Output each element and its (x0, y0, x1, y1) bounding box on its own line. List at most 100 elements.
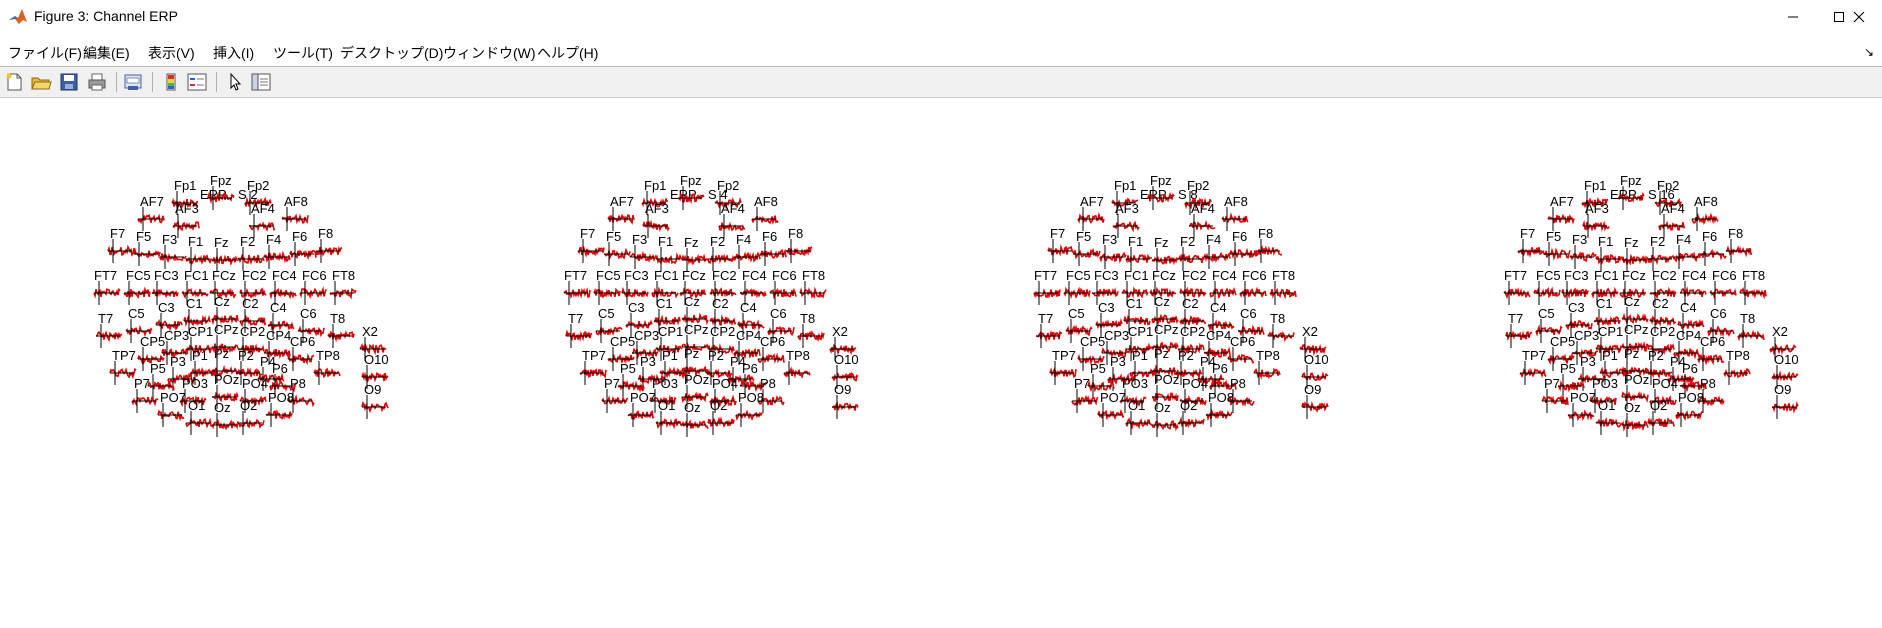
electrode-plot[interactable]: PO8 (735, 391, 764, 427)
electrode-plot[interactable]: F1 (1595, 235, 1623, 271)
electrode-plot[interactable]: AF7 (607, 195, 635, 231)
print-icon[interactable] (86, 71, 108, 93)
electrode-plot[interactable]: F1 (655, 235, 683, 271)
menu-window[interactable]: ウィンドウ(W) (443, 43, 536, 63)
electrode-plot[interactable]: FC5 (1533, 269, 1561, 305)
electrode-plot[interactable]: FT7 (93, 269, 121, 305)
electrode-plot[interactable]: Oz (1621, 401, 1649, 437)
electrode-plot[interactable]: AF7 (1077, 195, 1105, 231)
electrode-plot[interactable]: O2 (707, 399, 735, 435)
dock-arrow-icon[interactable]: ↘ (1864, 45, 1874, 59)
electrode-plot[interactable]: F4 (1203, 233, 1231, 269)
electrode-plot[interactable]: PO7 (1567, 391, 1596, 427)
electrode-plot[interactable]: P7 (1071, 377, 1099, 413)
electrode-plot[interactable]: AF7 (137, 195, 165, 231)
electrode-plot[interactable]: FC6 (1239, 269, 1267, 305)
electrode-plot[interactable]: AF8 (751, 195, 779, 231)
electrode-plot[interactable]: FT7 (1503, 269, 1531, 305)
electrode-plot[interactable]: F3 (629, 233, 657, 269)
electrode-plot[interactable]: PO7 (627, 391, 656, 427)
electrode-plot[interactable]: FT8 (1739, 269, 1767, 305)
electrode-plot[interactable]: TP8 (783, 349, 811, 385)
electrode-plot[interactable]: O2 (1177, 399, 1205, 435)
electrode-plot[interactable]: F8 (1255, 227, 1283, 263)
electrode-plot[interactable]: F7 (107, 227, 135, 263)
menu-view[interactable]: 表示(V) (148, 43, 195, 63)
electrode-plot[interactable]: T7 (1035, 312, 1063, 348)
electrode-plot[interactable]: F4 (733, 233, 761, 269)
electrode-plot[interactable]: F2 (1647, 235, 1675, 271)
electrode-plot[interactable]: O9 (832, 383, 859, 419)
electrode-plot[interactable]: PO7 (157, 391, 186, 427)
electrode-plot[interactable]: F1 (185, 235, 213, 271)
electrode-plot[interactable]: F5 (603, 230, 631, 266)
electrode-plot[interactable]: T7 (565, 312, 593, 348)
electrode-plot[interactable]: Fz (681, 236, 709, 272)
electrode-plot[interactable]: AF8 (1221, 195, 1249, 231)
electrode-plot[interactable]: Oz (1151, 401, 1179, 437)
legend-icon[interactable] (186, 71, 208, 93)
menu-tools[interactable]: ツール(T) (273, 43, 333, 63)
electrode-plot[interactable]: O9 (1771, 383, 1799, 419)
electrode-plot[interactable]: F7 (577, 227, 605, 263)
electrode-plot[interactable]: O1 (655, 399, 683, 435)
electrode-plot[interactable]: F5 (1543, 230, 1571, 266)
property-editor-icon[interactable] (250, 71, 272, 93)
electrode-plot[interactable]: Fpz (1147, 174, 1175, 210)
electrode-plot[interactable]: F5 (1073, 230, 1101, 266)
electrode-plot[interactable]: O2 (237, 399, 265, 435)
electrode-plot[interactable]: O2 (1647, 399, 1675, 435)
electrode-plot[interactable]: Fpz (207, 174, 235, 210)
electrode-plot[interactable]: FC6 (299, 269, 327, 305)
electrode-plot[interactable]: FT8 (329, 269, 357, 305)
electrode-plot[interactable]: TP8 (1723, 349, 1751, 385)
electrode-plot[interactable]: F5 (133, 230, 161, 266)
close-button[interactable] (1836, 0, 1882, 34)
electrode-plot[interactable]: F1 (1125, 235, 1153, 271)
electrode-plot[interactable]: FC6 (1709, 269, 1737, 305)
menu-desktop[interactable]: デスクトップ(D) (340, 43, 443, 63)
pointer-icon[interactable] (224, 71, 246, 93)
electrode-plot[interactable]: P7 (1541, 377, 1569, 413)
electrode-plot[interactable]: AF8 (1691, 195, 1719, 231)
electrode-plot[interactable]: F2 (707, 235, 735, 271)
electrode-plot[interactable]: AF7 (1547, 195, 1575, 231)
electrode-plot[interactable]: PO8 (1205, 391, 1234, 427)
electrode-plot[interactable]: F8 (785, 227, 813, 263)
electrode-plot[interactable]: FT7 (1033, 269, 1061, 305)
electrode-plot[interactable]: FT7 (563, 269, 591, 305)
menu-help[interactable]: ヘルプ(H) (537, 43, 598, 63)
electrode-plot[interactable]: FC5 (593, 269, 621, 305)
electrode-plot[interactable]: T8 (327, 312, 355, 348)
minimize-button[interactable] (1770, 0, 1816, 34)
electrode-plot[interactable]: O1 (1125, 399, 1153, 435)
open-icon[interactable] (30, 71, 52, 93)
electrode-plot[interactable]: F2 (1177, 235, 1205, 271)
electrode-plot[interactable]: F6 (289, 230, 317, 266)
electrode-plot[interactable]: AF8 (281, 195, 309, 231)
electrode-plot[interactable]: F3 (159, 233, 187, 269)
electrode-plot[interactable]: FC5 (1063, 269, 1091, 305)
electrode-plot[interactable]: T7 (1505, 312, 1533, 348)
electrode-plot[interactable]: Oz (211, 401, 239, 437)
electrode-plot[interactable]: PO8 (265, 391, 294, 427)
electrode-plot[interactable]: T8 (1267, 312, 1295, 348)
print-preview-icon[interactable] (122, 71, 144, 93)
menu-insert[interactable]: 挿入(I) (213, 43, 254, 63)
electrode-plot[interactable]: F4 (1673, 233, 1701, 269)
electrode-plot[interactable]: Fpz (677, 174, 705, 210)
electrode-plot[interactable]: F3 (1569, 233, 1597, 269)
electrode-plot[interactable]: Oz (681, 401, 709, 437)
menu-file[interactable]: ファイル(F) (8, 43, 82, 63)
electrode-plot[interactable]: Fz (211, 236, 239, 272)
electrode-plot[interactable]: Fpz (1617, 174, 1645, 210)
electrode-plot[interactable]: FT8 (1269, 269, 1297, 305)
electrode-plot[interactable]: O9 (361, 383, 389, 419)
electrode-plot[interactable]: F3 (1099, 233, 1127, 269)
menu-edit[interactable]: 編集(E) (83, 43, 130, 63)
electrode-plot[interactable]: F7 (1517, 227, 1545, 263)
electrode-plot[interactable]: FC6 (769, 269, 797, 305)
electrode-plot[interactable]: T8 (1737, 312, 1765, 348)
electrode-plot[interactable]: F7 (1047, 227, 1075, 263)
electrode-plot[interactable]: Fz (1151, 236, 1179, 272)
